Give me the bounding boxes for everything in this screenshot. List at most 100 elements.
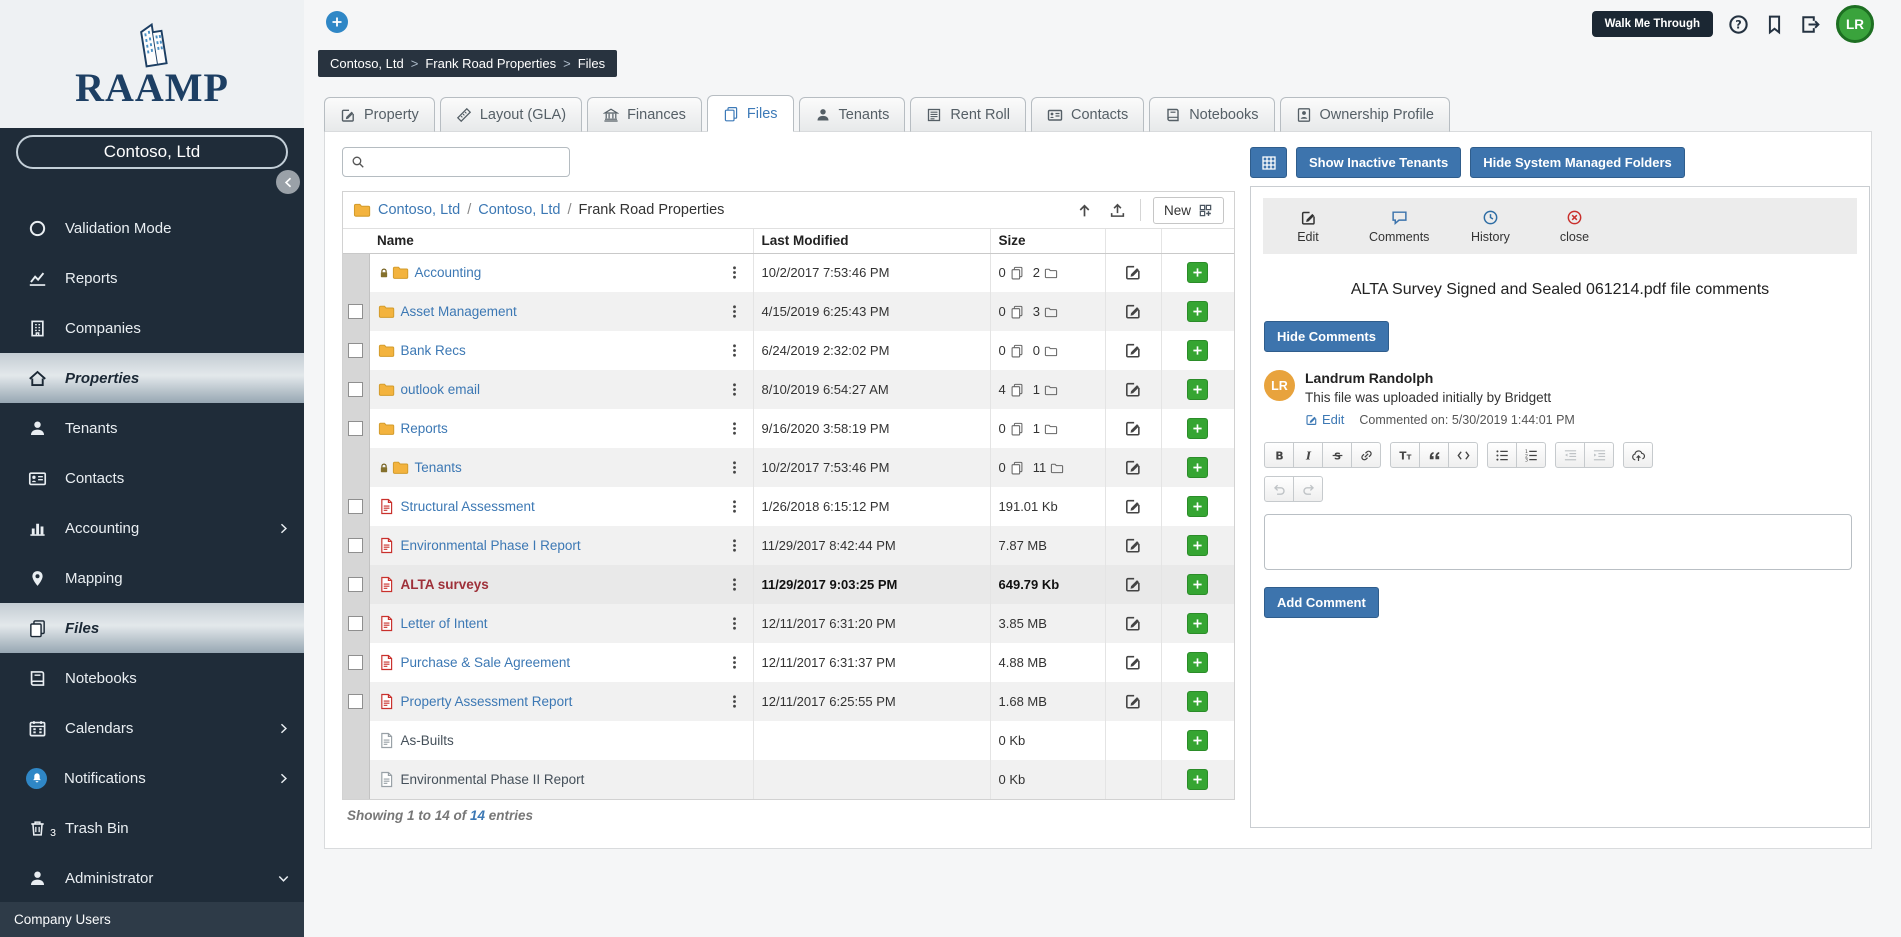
search-input[interactable]	[371, 153, 561, 171]
row-menu-kebab-icon[interactable]	[725, 536, 744, 555]
code-button[interactable]	[1448, 442, 1478, 468]
sidebar-item-reports[interactable]: Reports	[0, 253, 304, 303]
bookmark-icon[interactable]	[1764, 14, 1785, 35]
row-menu-kebab-icon[interactable]	[725, 497, 744, 516]
add-row-button[interactable]	[1187, 340, 1209, 361]
comment-edit-link[interactable]: Edit	[1305, 412, 1344, 427]
file-name-link[interactable]: Accounting	[415, 265, 482, 280]
file-name-link[interactable]: outlook email	[401, 382, 481, 397]
undo-button[interactable]	[1264, 476, 1294, 502]
walk-me-through-button[interactable]: Walk Me Through	[1591, 11, 1713, 37]
breadcrumb-segment[interactable]: Files	[578, 56, 605, 71]
company-users-link[interactable]: Company Users	[0, 902, 304, 937]
sidebar-item-accounting[interactable]: Accounting	[0, 503, 304, 553]
add-row-button[interactable]	[1187, 496, 1209, 517]
row-menu-kebab-icon[interactable]	[725, 692, 744, 711]
go-up-button[interactable]	[1074, 200, 1095, 221]
sidebar-collapse-button[interactable]	[276, 170, 300, 194]
sidebar-item-properties[interactable]: Properties	[0, 353, 304, 403]
row-checkbox[interactable]	[348, 421, 364, 437]
link-button[interactable]	[1351, 442, 1381, 468]
add-row-button[interactable]	[1187, 652, 1209, 673]
edit-action[interactable]: Edit	[1285, 209, 1331, 244]
edit-row-button[interactable]	[1122, 339, 1144, 361]
sidebar-item-trash-bin[interactable]: 3 Trash Bin	[0, 803, 304, 853]
sidebar-item-administrator[interactable]: Administrator	[0, 853, 304, 903]
edit-row-button[interactable]	[1122, 612, 1144, 634]
sidebar-item-notifications[interactable]: Notifications	[0, 753, 304, 803]
redo-button[interactable]	[1293, 476, 1323, 502]
tab-files[interactable]: Files	[706, 95, 794, 132]
row-menu-kebab-icon[interactable]	[725, 653, 744, 672]
bullet-list-button[interactable]	[1487, 442, 1517, 468]
row-checkbox[interactable]	[348, 616, 364, 632]
edit-row-button[interactable]	[1122, 456, 1144, 478]
row-menu-kebab-icon[interactable]	[725, 341, 744, 360]
close-action[interactable]: close	[1551, 209, 1597, 244]
row-checkbox[interactable]	[348, 382, 364, 398]
file-name-link[interactable]: Asset Management	[401, 304, 517, 319]
row-checkbox[interactable]	[348, 577, 364, 593]
tab-property[interactable]: Property	[324, 97, 435, 132]
column-header-modified[interactable]: Last Modified	[752, 229, 990, 254]
file-name-link[interactable]: Property Assessment Report	[401, 694, 573, 709]
row-menu-kebab-icon[interactable]	[725, 302, 744, 321]
row-checkbox[interactable]	[348, 538, 364, 554]
path-link[interactable]: Contoso, Ltd	[378, 202, 460, 218]
row-checkbox[interactable]	[348, 499, 364, 515]
file-name[interactable]: As-Builts	[401, 733, 454, 748]
row-menu-kebab-icon[interactable]	[725, 458, 744, 477]
row-checkbox[interactable]	[348, 343, 364, 359]
edit-row-button[interactable]	[1122, 417, 1144, 439]
file-search[interactable]	[342, 147, 570, 177]
file-name-link[interactable]: Reports	[401, 421, 448, 436]
column-header-name[interactable]: Name	[369, 229, 717, 254]
outdent-button[interactable]	[1555, 442, 1585, 468]
new-button[interactable]: New	[1152, 196, 1224, 224]
row-checkbox[interactable]	[348, 694, 364, 710]
path-link[interactable]: Contoso, Ltd	[478, 202, 560, 218]
edit-row-button[interactable]	[1122, 534, 1144, 556]
numbered-list-button[interactable]	[1516, 442, 1546, 468]
sign-out-icon[interactable]	[1800, 14, 1821, 35]
sidebar-item-calendars[interactable]: Calendars	[0, 703, 304, 753]
file-name[interactable]: Environmental Phase II Report	[401, 772, 585, 787]
file-name-link[interactable]: Environmental Phase I Report	[401, 538, 581, 553]
strikethrough-button[interactable]	[1322, 442, 1352, 468]
row-menu-kebab-icon[interactable]	[725, 419, 744, 438]
edit-row-button[interactable]	[1122, 378, 1144, 400]
breadcrumb-segment[interactable]: Contoso, Ltd	[330, 56, 404, 71]
file-name-link[interactable]: Bank Recs	[401, 343, 466, 358]
tab-contacts[interactable]: Contacts	[1030, 97, 1145, 132]
column-header-size[interactable]: Size	[989, 229, 1105, 254]
sidebar-item-files[interactable]: Files	[0, 603, 304, 653]
tab-notebooks[interactable]: Notebooks	[1149, 97, 1275, 132]
add-row-button[interactable]	[1187, 730, 1209, 751]
sidebar-item-tenants[interactable]: Tenants	[0, 403, 304, 453]
sidebar-item-mapping[interactable]: Mapping	[0, 553, 304, 603]
hide-system-managed-folders-button[interactable]: Hide System Managed Folders	[1470, 147, 1685, 178]
row-menu-kebab-icon[interactable]	[725, 575, 744, 594]
edit-row-button[interactable]	[1122, 690, 1144, 712]
row-checkbox[interactable]	[348, 655, 364, 671]
edit-row-button[interactable]	[1122, 495, 1144, 517]
company-pill[interactable]: Contoso, Ltd	[16, 135, 288, 169]
quote-button[interactable]	[1419, 442, 1449, 468]
history-action[interactable]: History	[1467, 209, 1513, 244]
tab-ownership-profile[interactable]: Ownership Profile	[1279, 97, 1450, 132]
file-name-link[interactable]: Structural Assessment	[401, 499, 535, 514]
sidebar-item-companies[interactable]: Companies	[0, 303, 304, 353]
edit-row-button[interactable]	[1122, 300, 1144, 322]
italic-button[interactable]	[1293, 442, 1323, 468]
row-menu-kebab-icon[interactable]	[725, 380, 744, 399]
sidebar-item-validation-mode[interactable]: Validation Mode	[0, 203, 304, 253]
user-avatar[interactable]: LR	[1836, 5, 1874, 43]
add-row-button[interactable]	[1187, 457, 1209, 478]
comments-action[interactable]: Comments	[1369, 209, 1429, 244]
add-row-button[interactable]	[1187, 418, 1209, 439]
file-name-link[interactable]: Purchase & Sale Agreement	[401, 655, 571, 670]
font-size-button[interactable]	[1390, 442, 1420, 468]
file-name-link[interactable]: Tenants	[415, 460, 462, 475]
row-menu-kebab-icon[interactable]	[725, 263, 744, 282]
hide-comments-button[interactable]: Hide Comments	[1264, 321, 1389, 352]
